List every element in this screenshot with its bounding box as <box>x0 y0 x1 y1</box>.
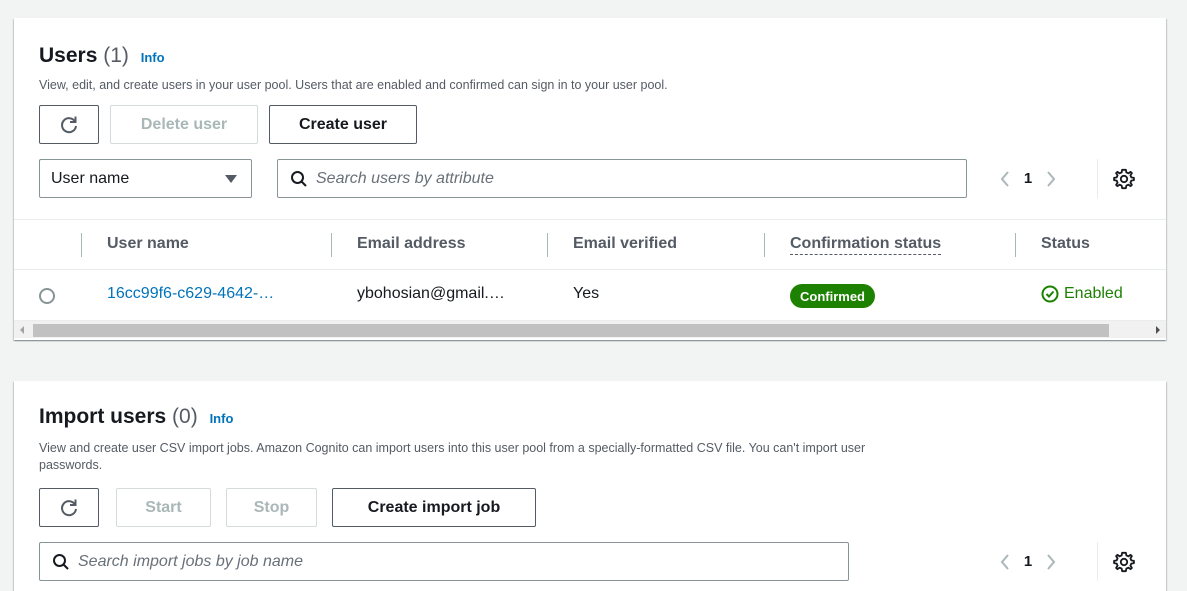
import-users-title: Import users (0) Info <box>39 405 233 429</box>
column-divider <box>547 233 548 257</box>
column-divider <box>764 233 765 257</box>
users-table-header: User name Email address Email verified C… <box>14 219 1166 270</box>
delete-user-button[interactable]: Delete user <box>110 105 258 144</box>
refresh-icon <box>61 116 77 133</box>
chevron-right-icon <box>1047 553 1056 570</box>
create-user-button[interactable]: Create user <box>269 105 417 144</box>
column-status[interactable]: Status <box>1041 235 1090 253</box>
user-attribute-select[interactable]: User name <box>39 159 252 198</box>
import-pagination: 1 <box>992 542 1064 581</box>
import-jobs-search-input[interactable] <box>78 552 795 571</box>
import-description-line-1: View and create user CSV import jobs. Am… <box>39 441 866 455</box>
users-search-box <box>277 159 967 198</box>
next-page-import-button[interactable] <box>1038 550 1064 574</box>
row-select-radio[interactable] <box>39 288 55 304</box>
search-icon <box>53 553 69 570</box>
email-verified-cell: Yes <box>573 285 600 302</box>
search-icon <box>291 170 307 187</box>
import-page-number[interactable]: 1 <box>1018 553 1038 570</box>
users-panel: Users (1) Info View, edit, and create us… <box>14 18 1166 340</box>
import-users-description: View and create user CSV import jobs. Am… <box>39 440 865 474</box>
status-text: Enabled <box>1064 285 1123 302</box>
next-page-users-button[interactable] <box>1038 167 1064 191</box>
import-users-count: (0) <box>172 405 198 428</box>
table-row: 16cc99f6-c629-4642-… ybohosian@gmail.… Y… <box>14 270 1166 320</box>
scrollbar-thumb[interactable] <box>33 324 1109 337</box>
refresh-users-button[interactable] <box>39 105 99 144</box>
refresh-import-jobs-button[interactable] <box>39 488 99 527</box>
scroll-left-icon[interactable] <box>20 326 24 334</box>
chevron-right-icon <box>1047 170 1056 187</box>
email-cell: ybohosian@gmail.… <box>357 285 505 302</box>
gear-icon[interactable] <box>1113 551 1135 573</box>
users-page-number[interactable]: 1 <box>1018 170 1038 187</box>
horizontal-scrollbar[interactable] <box>14 320 1166 338</box>
chevron-left-icon <box>1000 170 1009 187</box>
import-users-title-text: Import users <box>39 405 167 428</box>
users-pagination: 1 <box>992 159 1064 198</box>
user-name-link[interactable]: 16cc99f6-c629-4642-… <box>107 285 274 303</box>
column-email-address[interactable]: Email address <box>357 235 466 253</box>
column-email-verified[interactable]: Email verified <box>573 235 677 253</box>
users-title-text: Users <box>39 44 98 67</box>
prev-page-import-button[interactable] <box>992 550 1018 574</box>
import-users-panel: Import users (0) Info View and create us… <box>14 381 1166 591</box>
import-description-line-2: passwords. <box>39 458 103 472</box>
users-title: Users (1) Info <box>39 44 165 68</box>
column-divider <box>1015 233 1016 257</box>
prev-page-users-button[interactable] <box>992 167 1018 191</box>
import-jobs-search-box <box>39 542 849 581</box>
stop-import-button[interactable]: Stop <box>226 488 317 527</box>
users-count: (1) <box>103 44 129 67</box>
status-cell: Enabled <box>1041 285 1123 303</box>
check-circle-icon <box>1041 285 1059 303</box>
users-description: View, edit, and create users in your use… <box>39 78 668 92</box>
users-info-link[interactable]: Info <box>141 50 165 65</box>
chevron-left-icon <box>1000 553 1009 570</box>
pager-divider <box>1097 159 1098 198</box>
confirmation-status-badge: Confirmed <box>790 284 875 308</box>
scroll-right-icon[interactable] <box>1156 326 1160 334</box>
column-divider <box>81 233 82 257</box>
start-import-button[interactable]: Start <box>116 488 211 527</box>
import-users-info-link[interactable]: Info <box>210 411 234 426</box>
refresh-icon <box>61 499 77 516</box>
column-confirmation-status[interactable]: Confirmation status <box>790 235 942 255</box>
column-divider <box>331 233 332 257</box>
create-import-job-button[interactable]: Create import job <box>332 488 536 527</box>
column-user-name[interactable]: User name <box>107 235 189 253</box>
users-search-input[interactable] <box>316 169 925 188</box>
user-attribute-select-value: User name <box>51 169 130 187</box>
gear-icon[interactable] <box>1113 168 1135 190</box>
pager-divider <box>1097 542 1098 581</box>
caret-down-icon <box>225 175 237 183</box>
